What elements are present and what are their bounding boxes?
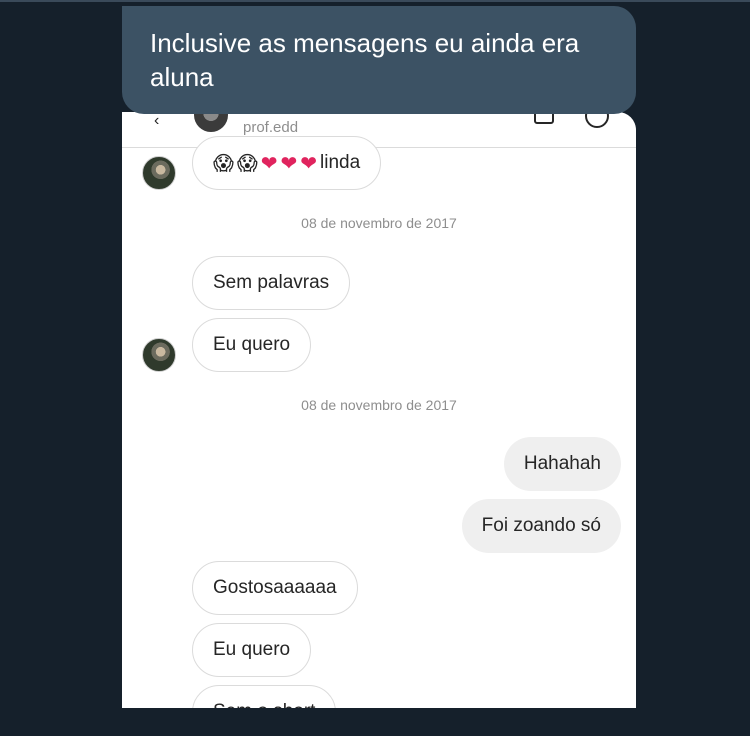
heart-emoji-icon: ❤ <box>300 151 318 175</box>
outgoing-message-bubble: Foi zoando só <box>461 499 621 553</box>
info-icon[interactable] <box>585 112 609 128</box>
header-username[interactable]: prof.edd <box>243 119 298 136</box>
date-separator: 08 de novembro de 2017 <box>301 215 457 231</box>
header-avatar[interactable] <box>194 112 228 132</box>
sender-avatar[interactable] <box>142 156 176 190</box>
message-bubble: Sem o short <box>192 685 337 708</box>
heart-emoji-icon: ❤ <box>260 151 278 175</box>
top-divider <box>0 0 750 2</box>
message-bubble-emoji: 😱 😱 ❤ ❤ ❤ linda <box>192 136 382 190</box>
heart-emoji-icon: ❤ <box>280 151 298 175</box>
message-bubble: Sem palavras <box>192 256 351 310</box>
message-bubble: Eu quero <box>192 318 312 372</box>
tweet-caption: Inclusive as mensagens eu ainda era alun… <box>122 6 636 114</box>
scream-emoji-icon: 😱 <box>236 151 258 175</box>
message-bubble: Eu quero <box>192 623 312 677</box>
message-bubble: Gostosaaaaaa <box>192 561 358 615</box>
date-separator: 08 de novembro de 2017 <box>301 397 457 413</box>
scream-emoji-icon: 😱 <box>213 151 234 175</box>
message-text: linda <box>320 152 361 173</box>
sender-avatar[interactable] <box>142 338 176 372</box>
chat-screenshot: ‹ prof.edd 😱 😱 ❤ ❤ ❤ linda 08 de novembr… <box>122 112 636 708</box>
back-arrow-icon[interactable]: ‹ <box>154 112 159 130</box>
outgoing-message-bubble: Hahahah <box>503 437 621 491</box>
